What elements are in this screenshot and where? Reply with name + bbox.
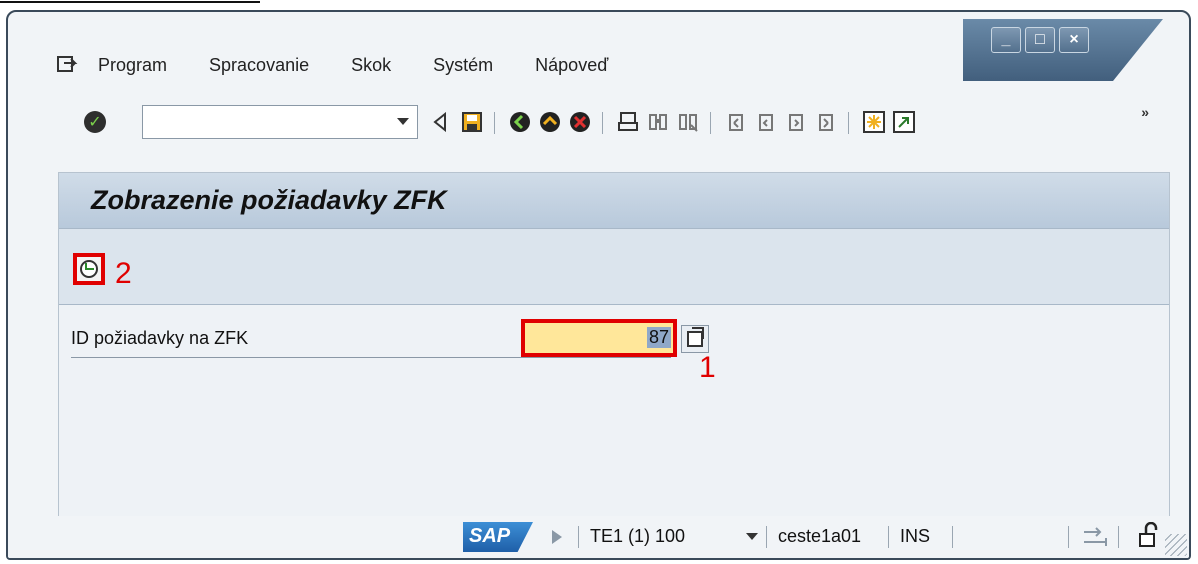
status-expand-icon[interactable] bbox=[552, 530, 562, 544]
menu-item-system[interactable]: Systém bbox=[433, 55, 493, 76]
execute-icon bbox=[80, 260, 98, 278]
command-field[interactable] bbox=[142, 105, 418, 139]
menu-item-program[interactable]: Program bbox=[98, 55, 167, 76]
find-next-icon[interactable] bbox=[676, 110, 700, 134]
prev-page-icon[interactable] bbox=[754, 110, 778, 134]
menu-options-icon[interactable] bbox=[56, 54, 78, 76]
status-separator bbox=[1118, 526, 1119, 548]
status-separator bbox=[952, 526, 953, 548]
tab-icon[interactable] bbox=[1082, 526, 1108, 553]
last-page-icon[interactable] bbox=[814, 110, 838, 134]
status-system: TE1 (1) 100 bbox=[590, 526, 686, 546]
back-nav-icon[interactable] bbox=[508, 110, 532, 134]
close-button[interactable]: × bbox=[1059, 27, 1089, 53]
status-mode: INS bbox=[900, 526, 931, 546]
first-page-icon[interactable] bbox=[724, 110, 748, 134]
value-help-button[interactable] bbox=[681, 325, 709, 353]
page-top-line bbox=[0, 1, 260, 3]
next-page-icon[interactable] bbox=[784, 110, 808, 134]
menu-item-napoved[interactable]: Nápoveď bbox=[535, 55, 608, 76]
find-icon[interactable] bbox=[646, 110, 670, 134]
new-session-icon[interactable] bbox=[862, 110, 886, 134]
more-toolbar-button[interactable]: » bbox=[1141, 104, 1149, 120]
cancel-icon[interactable] bbox=[568, 110, 592, 134]
status-separator bbox=[766, 526, 767, 548]
execute-button[interactable] bbox=[73, 253, 105, 285]
shortcut-icon[interactable] bbox=[892, 110, 916, 134]
toolbar-separator bbox=[494, 112, 495, 134]
chevron-down-icon[interactable] bbox=[746, 533, 758, 540]
screen-area: Zobrazenie požiadavky ZFK 2 ID požiadavk… bbox=[58, 172, 1170, 520]
screen-title-bar: Zobrazenie požiadavky ZFK bbox=[59, 173, 1169, 229]
menu-bar: Program Spracovanie Skok Systém Nápoveď bbox=[56, 52, 650, 78]
sap-logo: SAP bbox=[463, 522, 533, 552]
menu-item-spracovanie[interactable]: Spracovanie bbox=[209, 55, 309, 76]
value-help-icon bbox=[687, 327, 704, 347]
lock-icon[interactable] bbox=[1138, 521, 1160, 548]
request-id-value: 87 bbox=[646, 327, 671, 348]
status-separator bbox=[578, 526, 579, 548]
request-id-input[interactable]: 87 bbox=[521, 319, 677, 357]
minimize-button[interactable]: _ bbox=[991, 27, 1021, 53]
toolbar-separator bbox=[848, 112, 849, 134]
menu-item-skok[interactable]: Skok bbox=[351, 55, 391, 76]
print-icon[interactable] bbox=[616, 110, 640, 134]
toolbar-separator bbox=[710, 112, 711, 134]
command-input[interactable] bbox=[149, 106, 383, 138]
maximize-button[interactable]: □ bbox=[1025, 27, 1055, 53]
status-separator bbox=[888, 526, 889, 548]
enter-icon[interactable]: ✓ bbox=[84, 111, 106, 133]
chevron-down-icon[interactable] bbox=[397, 118, 409, 125]
status-server: ceste1a01 bbox=[778, 526, 862, 546]
page-title: Zobrazenie požiadavky ZFK bbox=[91, 185, 447, 215]
status-bar: SAP TE1 (1) 100 ceste1a01 INS bbox=[8, 516, 1189, 558]
sap-window: _ □ × Program Spracovanie Skok Systém Ná… bbox=[6, 10, 1191, 560]
exit-icon[interactable] bbox=[538, 110, 562, 134]
back-icon[interactable] bbox=[428, 110, 452, 134]
standard-toolbar: ✓ » bbox=[56, 104, 1149, 144]
application-toolbar: 2 bbox=[59, 229, 1169, 305]
status-separator bbox=[1068, 526, 1069, 548]
save-icon[interactable] bbox=[460, 110, 484, 134]
window-controls-area: _ □ × bbox=[963, 19, 1163, 81]
resize-grip-icon[interactable] bbox=[1165, 534, 1187, 556]
annotation-number-2: 2 bbox=[115, 257, 132, 290]
annotation-number-1: 1 bbox=[699, 351, 716, 384]
toolbar-separator bbox=[602, 112, 603, 134]
